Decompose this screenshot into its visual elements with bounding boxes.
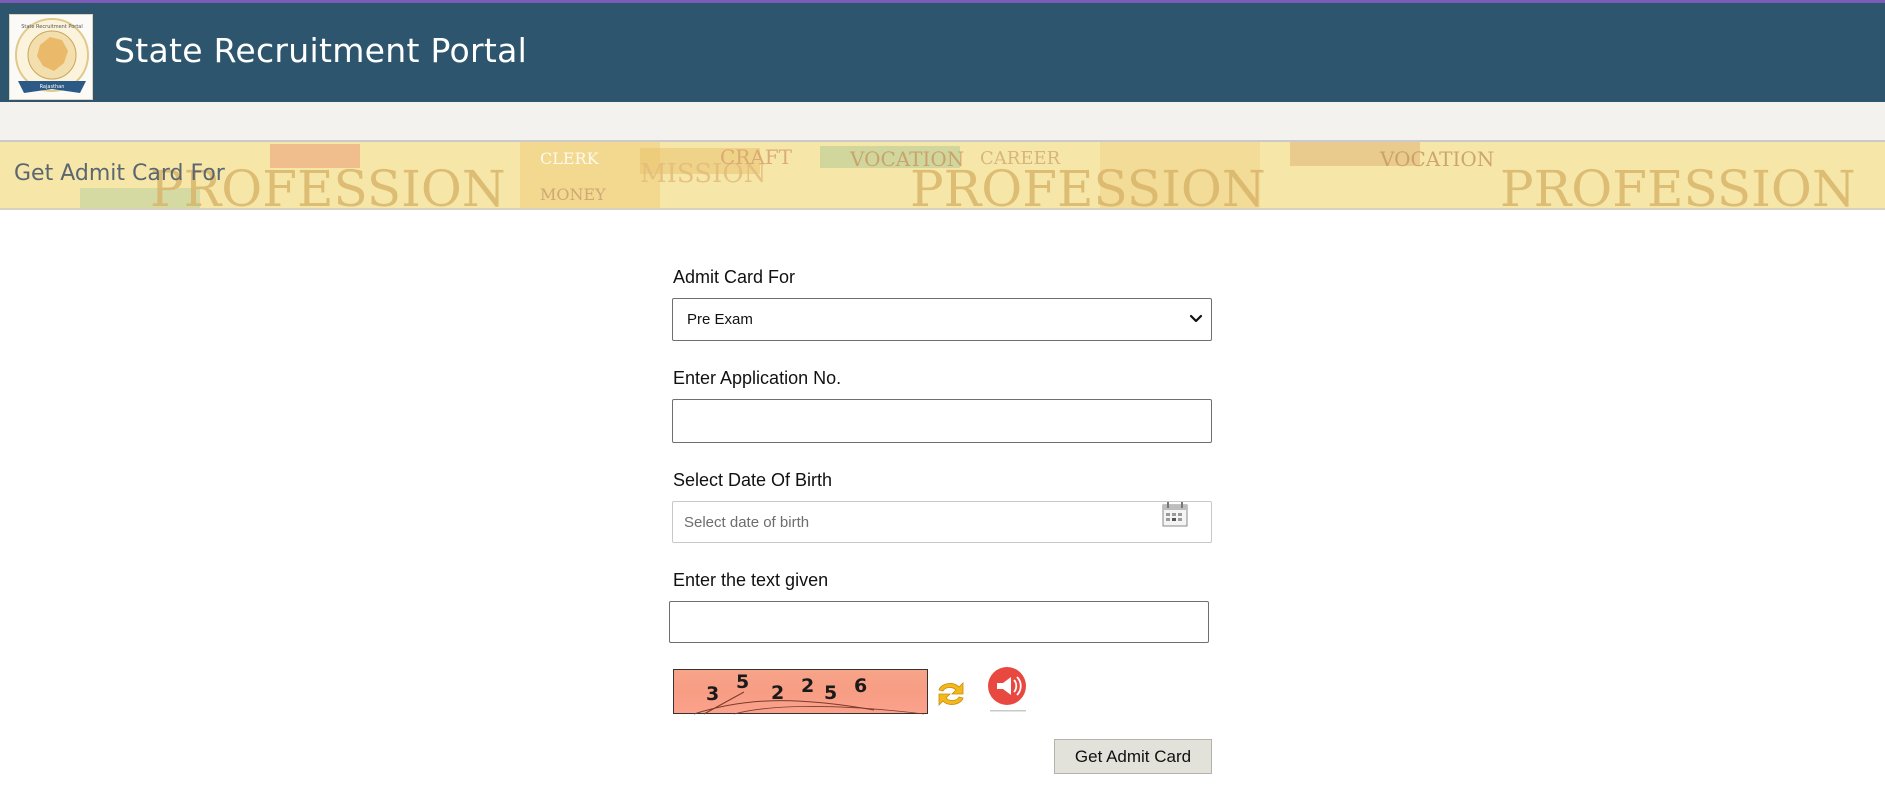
nav-strip — [0, 102, 1885, 142]
admit-card-for-select[interactable]: Pre Exam — [672, 298, 1212, 341]
application-no-label: Enter Application No. — [673, 368, 842, 388]
banner-word: CAREER — [980, 148, 1061, 169]
admit-card-for-value: Pre Exam — [687, 311, 753, 328]
banner-word: CLERK — [540, 149, 600, 168]
banner-word: VOCATION — [1379, 147, 1494, 171]
banner-word: PROFESSION — [910, 160, 1266, 210]
banner-word: CRAFT — [720, 145, 793, 169]
logo-text-top: State Recruitment Portal — [21, 24, 83, 30]
calendar-icon[interactable] — [1162, 501, 1188, 532]
dob-placeholder: Select date of birth — [684, 514, 810, 531]
refresh-icon[interactable] — [934, 677, 968, 716]
application-no-input[interactable] — [672, 399, 1212, 443]
chevron-down-icon — [1189, 312, 1203, 330]
captcha-digit: 3 — [706, 683, 719, 705]
captcha-digit: 2 — [801, 675, 814, 697]
banner-word: PROFESSION — [1500, 160, 1856, 210]
banner-background: PROFESSION CLERK VOCATION MISSION MONEY … — [0, 142, 1885, 210]
banner-word: MONEY — [540, 185, 606, 204]
site-title: State Recruitment Portal — [114, 31, 528, 70]
captcha-image: 3 5 2 2 5 6 — [673, 669, 928, 715]
logo-emblem: Rajasthan State Recruitment Portal — [9, 14, 93, 100]
dob-input[interactable]: Select date of birth — [672, 501, 1212, 543]
captcha-digit: 5 — [736, 671, 749, 693]
get-admit-card-button[interactable]: Get Admit Card — [1054, 739, 1212, 774]
captcha-digit: 5 — [824, 682, 837, 704]
audio-speaker-icon[interactable] — [986, 666, 1030, 721]
captcha-text-label: Enter the text given — [673, 570, 829, 590]
captcha-text-input[interactable] — [669, 601, 1209, 643]
captcha-digit: 2 — [771, 682, 784, 704]
logo-text-bottom: Rajasthan — [40, 84, 65, 90]
page-title: Get Admit Card For — [14, 161, 225, 186]
captcha-digit: 6 — [854, 675, 867, 697]
admit-card-for-label: Admit Card For — [673, 267, 796, 287]
page-banner: PROFESSION CLERK VOCATION MISSION MONEY … — [0, 142, 1885, 210]
dob-label: Select Date Of Birth — [673, 470, 833, 490]
site-header: Rajasthan State Recruitment Portal State… — [0, 0, 1885, 102]
